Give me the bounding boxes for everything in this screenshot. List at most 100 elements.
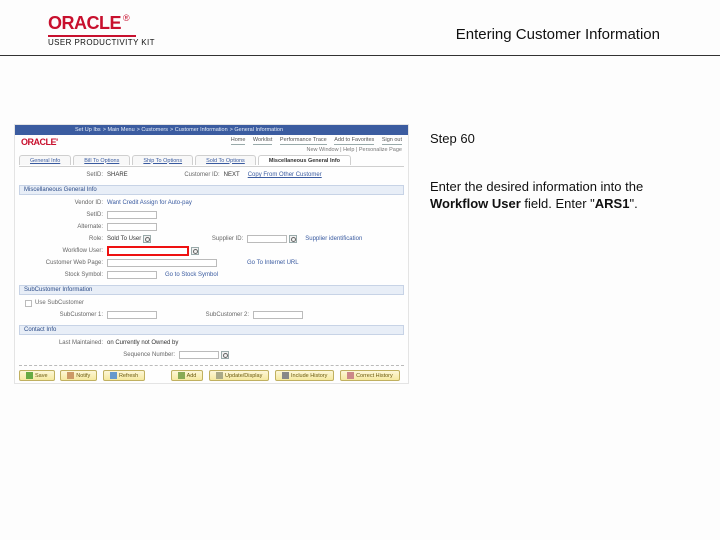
registered-mark: ® <box>123 13 130 23</box>
lookup-icon[interactable] <box>289 235 297 243</box>
seq-input[interactable] <box>179 351 219 359</box>
copy-link[interactable]: Copy From Other Customer <box>248 172 326 178</box>
val-setid: SHARE <box>107 172 128 178</box>
oracle-word: ORACLE <box>48 13 121 33</box>
crumb: Main Menu <box>107 127 134 133</box>
instruction-column: Step 60 Enter the desired information in… <box>430 130 680 213</box>
page-title: Entering Customer Information <box>456 26 660 43</box>
row-role: Role: Sold To User Supplier ID: Supplier… <box>19 233 404 245</box>
refresh-label: Refresh <box>119 373 138 379</box>
val-vendor: Want Credit Assign for Auto-pay <box>107 200 192 206</box>
lab-setid: SetID: <box>19 172 107 178</box>
upk-label: USER PRODUCTIVITY KIT <box>48 39 155 47</box>
add-button[interactable]: Add <box>171 370 204 381</box>
webpage-link[interactable]: Go To Internet URL <box>247 260 299 266</box>
inchist-label: Include History <box>291 373 327 379</box>
workflow-user-input[interactable] <box>107 246 189 256</box>
val-role: Sold To User <box>107 236 141 242</box>
section-subcust: SubCustomer Information <box>19 285 404 295</box>
nav-worklist[interactable]: Worklist <box>253 137 272 145</box>
setid2-input[interactable] <box>107 211 157 219</box>
lab-usesub: Use SubCustomer <box>35 300 84 306</box>
stock-link[interactable]: Go to Stock Symbol <box>165 272 218 278</box>
lab-webpage: Customer Web Page: <box>19 260 107 266</box>
crumb: Customer Information <box>175 127 228 133</box>
stock-input[interactable] <box>107 271 157 279</box>
correct-history-button[interactable]: Correct History <box>340 370 400 381</box>
nav-signout[interactable]: Sign out <box>382 137 402 145</box>
row-sequence: Sequence Number: <box>19 349 404 361</box>
tab-underline <box>19 166 404 167</box>
supplier-input[interactable] <box>247 235 287 243</box>
update-button[interactable]: Update/Display <box>209 370 269 381</box>
nav-perf[interactable]: Performance Trace <box>280 137 327 145</box>
step-label: Step 60 <box>430 130 680 148</box>
instr-pre: Enter the desired information into the <box>430 179 643 194</box>
lab-vendor: Vendor ID: <box>19 200 107 206</box>
tab-general[interactable]: General Info <box>19 155 71 165</box>
top-nav: Home Worklist Performance Trace Add to F… <box>225 137 402 143</box>
row-stock: Stock Symbol: Go to Stock Symbol <box>19 269 404 281</box>
row-webpage: Customer Web Page: Go To Internet URL <box>19 257 404 269</box>
row-usesub: Use SubCustomer <box>19 297 404 309</box>
crumb: General Information <box>234 127 283 133</box>
row-lastmaint: Last Maintained: on Currently not Owned … <box>19 337 404 349</box>
instr-mid: field. Enter " <box>521 196 595 211</box>
sub1-input[interactable] <box>107 311 157 319</box>
page-header: ORACLE® USER PRODUCTIVITY KIT Entering C… <box>0 0 720 56</box>
inner-oracle-logo: ORACLE' <box>21 137 58 147</box>
instr-post: ". <box>629 196 637 211</box>
tab-shipto[interactable]: Ship To Options <box>132 155 193 165</box>
sub2-input[interactable] <box>253 311 303 319</box>
user-links: New Window | Help | Personalize Page <box>307 147 403 153</box>
row-vendor: Vendor ID: Want Credit Assign for Auto-p… <box>19 197 404 209</box>
val-lastmaint: on Currently not Owned by <box>107 340 178 346</box>
supplier-link[interactable]: Supplier identification <box>305 236 362 242</box>
topbar: Set Up Ibs> Main Menu> Customers> Custom… <box>15 125 408 135</box>
tab-billto[interactable]: Bill To Options <box>73 155 130 165</box>
include-history-button[interactable]: Include History <box>275 370 334 381</box>
instr-field: Workflow User <box>430 196 521 211</box>
update-label: Update/Display <box>225 373 262 379</box>
lab-role: Role: <box>19 236 107 242</box>
notify-icon <box>67 372 74 379</box>
lab-alt: Alternate: <box>19 224 107 230</box>
add-label: Add <box>187 373 197 379</box>
refresh-button[interactable]: Refresh <box>103 370 145 381</box>
lab-sub1: SubCustomer 1: <box>19 312 107 318</box>
save-label: Save <box>35 373 48 379</box>
row-setid2: SetID: <box>19 209 404 221</box>
button-row: Save Notify Refresh Add Update/Display I… <box>19 370 404 381</box>
nav-home[interactable]: Home <box>231 137 246 145</box>
tab-misc[interactable]: Miscellaneous General Info <box>258 155 351 165</box>
oracle-logo: ORACLE® USER PRODUCTIVITY KIT <box>48 14 155 47</box>
notify-button[interactable]: Notify <box>60 370 97 381</box>
lookup-icon[interactable] <box>221 351 229 359</box>
save-button[interactable]: Save <box>19 370 55 381</box>
lab-sequence: Sequence Number: <box>19 352 179 358</box>
refresh-icon <box>110 372 117 379</box>
lab-sub2: SubCustomer 2: <box>165 312 253 318</box>
button-divider <box>19 365 404 366</box>
usesub-checkbox[interactable] <box>25 300 32 307</box>
history-icon <box>282 372 289 379</box>
lab-supplier: Supplier ID: <box>159 236 247 242</box>
lab-setid2: SetID: <box>19 212 107 218</box>
instr-value: ARS1 <box>595 196 630 211</box>
row-subs: SubCustomer 1: SubCustomer 2: <box>19 309 404 321</box>
tab-strip: General Info Bill To Options Ship To Opt… <box>19 155 353 165</box>
save-icon <box>26 372 33 379</box>
alt-input[interactable] <box>107 223 157 231</box>
add-icon <box>178 372 185 379</box>
webpage-input[interactable] <box>107 259 217 267</box>
breadcrumb: Set Up Ibs> Main Menu> Customers> Custom… <box>75 127 285 133</box>
update-icon <box>216 372 223 379</box>
row-workflow: Workflow User: <box>19 245 404 257</box>
lookup-icon[interactable] <box>143 235 151 243</box>
oracle-bar <box>48 35 136 37</box>
lookup-icon[interactable] <box>191 247 199 255</box>
tab-soldto[interactable]: Sold To Options <box>195 155 256 165</box>
crumb: Customers <box>141 127 168 133</box>
notify-label: Notify <box>76 373 90 379</box>
nav-fav[interactable]: Add to Favorites <box>334 137 374 145</box>
